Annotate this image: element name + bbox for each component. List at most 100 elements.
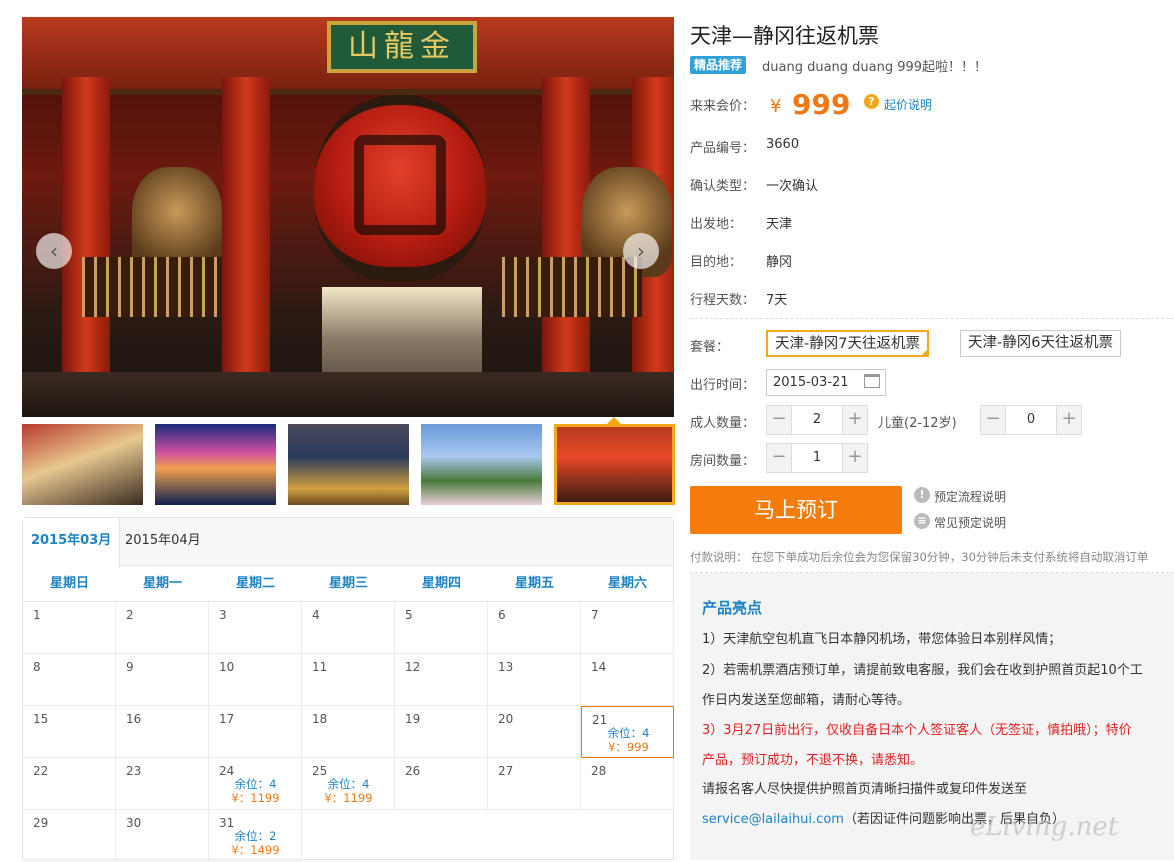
calendar-day: 5 xyxy=(395,602,488,654)
info-icon: ! xyxy=(914,487,930,503)
thumbnail-street-food[interactable] xyxy=(288,424,409,505)
payment-note: 付款说明： 在您下单成功后余位会为您保留30分钟，30分钟后未支付系统将自动取消… xyxy=(690,550,1149,564)
booking-faq-link[interactable]: 常见预定说明 xyxy=(934,514,1006,531)
calendar-day: 13 xyxy=(488,654,581,706)
child-plus-button[interactable]: + xyxy=(1057,406,1081,434)
product-id-label: 产品编号： xyxy=(690,141,756,156)
product-id-value: 3660 xyxy=(766,137,800,152)
day-number: 15 xyxy=(33,712,49,726)
child-label: 儿童(2-12岁) xyxy=(878,416,957,431)
thumbnail-city-canal[interactable] xyxy=(155,424,276,505)
room-label: 房间数量： xyxy=(690,454,756,469)
weekday-header: 星期日 星期一 星期二 星期三 星期四 星期五 星期六 xyxy=(23,566,673,602)
highlight-line: 作日内发送至您邮箱，请耐心等待。 xyxy=(702,693,911,708)
calendar-day: 12 xyxy=(395,654,488,706)
calendar-day: 9 xyxy=(116,654,209,706)
calendar-day: 8 xyxy=(23,654,116,706)
calendar-day[interactable]: 31 余位：2 ¥：1499 xyxy=(209,810,302,862)
gate-fence xyxy=(82,257,222,317)
departure-value: 天津 xyxy=(766,217,793,232)
calendar-day[interactable]: 24 余位：4 ¥：1199 xyxy=(209,758,302,810)
day-number: 29 xyxy=(33,816,49,830)
highlight-line: 1）天津航空包机直飞日本静冈机场，带您体验日本别样风情； xyxy=(702,632,1062,647)
day-number: 17 xyxy=(219,712,235,726)
day-number: 10 xyxy=(219,660,235,674)
next-arrow-icon[interactable]: › xyxy=(623,233,659,269)
destination-label: 目的地： xyxy=(690,255,743,270)
day-number: 22 xyxy=(33,764,49,778)
room-count[interactable]: 1 xyxy=(791,444,843,472)
thumbnail-castle[interactable] xyxy=(421,424,542,505)
day-number: 11 xyxy=(312,660,328,674)
day-price: ¥：1199 xyxy=(231,791,280,805)
child-count[interactable]: 0 xyxy=(1005,406,1057,434)
prev-arrow-icon[interactable]: ‹ xyxy=(36,233,72,269)
product-price: 999 xyxy=(792,88,851,121)
section-divider xyxy=(690,318,1174,319)
calendar-tabs: 2015年03月 2015年04月 xyxy=(23,518,673,567)
package-option-7day[interactable]: 天津-静冈7天往返机票 xyxy=(766,330,929,357)
day-number: 1 xyxy=(33,608,41,622)
book-now-button[interactable]: 马上预订 xyxy=(690,486,902,534)
gate-fence xyxy=(502,257,642,317)
package-option-6day[interactable]: 天津-静冈6天往返机票 xyxy=(960,330,1121,357)
calendar-day: 4 xyxy=(302,602,395,654)
day-number: 13 xyxy=(498,660,514,674)
currency-symbol: ¥ xyxy=(770,96,782,117)
calendar-day: 14 xyxy=(581,654,674,706)
tab-april[interactable]: 2015年04月 xyxy=(117,518,209,566)
duration-value: 7天 xyxy=(766,293,788,308)
tab-march[interactable]: 2015年03月 xyxy=(23,518,121,567)
package-label: 套餐： xyxy=(690,340,730,355)
weekday-label: 星期四 xyxy=(421,576,461,591)
gate-pillar xyxy=(222,77,270,417)
day-number: 12 xyxy=(405,660,421,674)
calendar-day: 3 xyxy=(209,602,302,654)
day-number: 9 xyxy=(126,660,134,674)
product-title: 天津—静冈往返机票 xyxy=(690,24,879,48)
email-link[interactable]: service@lailaihui.com xyxy=(702,812,844,827)
document-icon: ≡ xyxy=(914,513,930,529)
active-thumb-pointer xyxy=(607,417,621,424)
weekday-label: 星期三 xyxy=(328,576,368,591)
departure-label: 出发地： xyxy=(690,217,743,232)
confirm-type-label: 确认类型： xyxy=(690,179,756,194)
calendar-day: 22 xyxy=(23,758,116,810)
calendar-day: 6 xyxy=(488,602,581,654)
day-number: 18 xyxy=(312,712,328,726)
highlights-title: 产品亮点 xyxy=(702,599,763,617)
calendar-day: 7 xyxy=(581,602,674,654)
duration-label: 行程天数： xyxy=(690,293,756,308)
price-calendar: 2015年03月 2015年04月 星期日 星期一 星期二 星期三 星期四 星期… xyxy=(22,517,674,862)
day-number: 27 xyxy=(498,764,514,778)
adult-count[interactable]: 2 xyxy=(791,406,843,434)
room-minus-button[interactable]: − xyxy=(767,444,791,472)
adult-minus-button[interactable]: − xyxy=(767,406,791,434)
calendar-day: 11 xyxy=(302,654,395,706)
calendar-day: 27 xyxy=(488,758,581,810)
calendar-day: 16 xyxy=(116,706,209,758)
day-number: 4 xyxy=(312,608,320,622)
day-number: 23 xyxy=(126,764,142,778)
day-number: 2 xyxy=(126,608,134,622)
child-minus-button[interactable]: − xyxy=(981,406,1005,434)
adult-plus-button[interactable]: + xyxy=(843,406,867,434)
booking-process-link[interactable]: 预定流程说明 xyxy=(934,488,1006,505)
calendar-day[interactable]: 21 余位：4 ¥：999 xyxy=(581,706,674,758)
day-number: 28 xyxy=(591,764,607,778)
calendar-day: 10 xyxy=(209,654,302,706)
highlight-warning-line: 3）3月27日前出行，仅收自备日本个人签证客人（无签证，慎拍哦）；特价 xyxy=(702,723,1132,738)
thumbnail-temple-gate[interactable] xyxy=(554,424,675,505)
question-icon[interactable]: ? xyxy=(864,94,879,109)
price-help-link[interactable]: 起价说明 xyxy=(884,96,932,113)
calendar-day: 26 xyxy=(395,758,488,810)
calendar-icon[interactable] xyxy=(864,374,880,388)
day-number: 3 xyxy=(219,608,227,622)
room-plus-button[interactable]: + xyxy=(843,444,867,472)
thumbnail-night-street[interactable] xyxy=(22,424,143,505)
calendar-day: 1 xyxy=(23,602,116,654)
calendar-day: 23 xyxy=(116,758,209,810)
featured-badge: 精品推荐 xyxy=(690,56,747,74)
weekday-label: 星期六 xyxy=(607,576,647,591)
calendar-day[interactable]: 25 余位：4 ¥：1199 xyxy=(302,758,395,810)
